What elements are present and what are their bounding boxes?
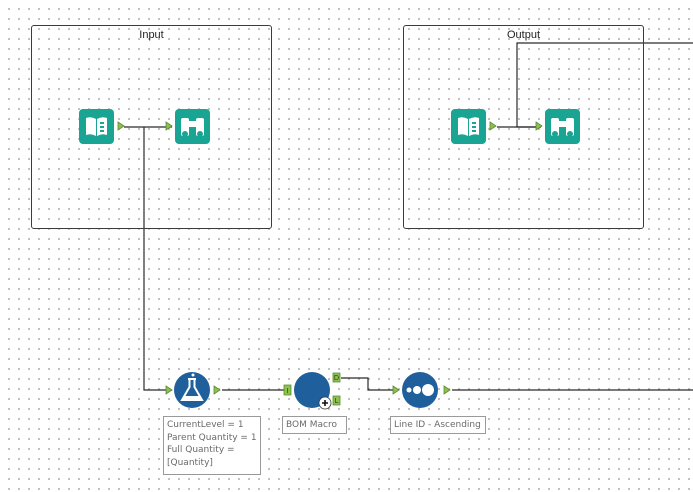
browse-tool-input[interactable] xyxy=(165,108,213,146)
flask-icon xyxy=(165,372,221,408)
anchor-label: I xyxy=(286,387,288,395)
input-data-tool[interactable] xyxy=(78,108,128,146)
annotation-line: Parent Quantity = 1 xyxy=(167,432,257,443)
input-container[interactable]: Input xyxy=(31,25,272,229)
anchor-label: L xyxy=(335,397,339,405)
browse-tool-output[interactable] xyxy=(535,108,583,146)
bom-macro-tool[interactable]: I D L xyxy=(283,368,347,412)
output-data-tool[interactable] xyxy=(450,108,500,146)
binoculars-icon xyxy=(165,109,210,144)
anchor-label: D xyxy=(334,374,339,382)
formula-annotation: CurrentLevel = 1 Parent Quantity = 1 Ful… xyxy=(163,416,261,475)
annotation-line: Full Quantity = xyxy=(167,445,235,455)
book-input-icon xyxy=(79,109,125,144)
annotation-line: [Quantity] xyxy=(167,457,213,468)
macro-circle-icon: I D L xyxy=(283,372,341,410)
annotation-line: BOM Macro xyxy=(286,420,337,430)
book-input-icon xyxy=(451,109,497,144)
formula-tool[interactable] xyxy=(165,370,225,410)
container-title: Input xyxy=(139,29,164,41)
record-id-annotation: Line ID - Ascending xyxy=(390,416,486,434)
output-container[interactable]: Output xyxy=(403,25,644,229)
binoculars-icon xyxy=(535,109,580,144)
record-id-icon xyxy=(392,372,451,408)
record-id-tool[interactable] xyxy=(392,370,456,410)
annotation-line: CurrentLevel = 1 xyxy=(167,420,244,430)
wire-macro-to-recordid xyxy=(341,377,399,391)
macro-annotation: BOM Macro xyxy=(282,416,347,434)
container-title: Output xyxy=(506,29,541,41)
annotation-line: Line ID - Ascending xyxy=(394,420,481,430)
